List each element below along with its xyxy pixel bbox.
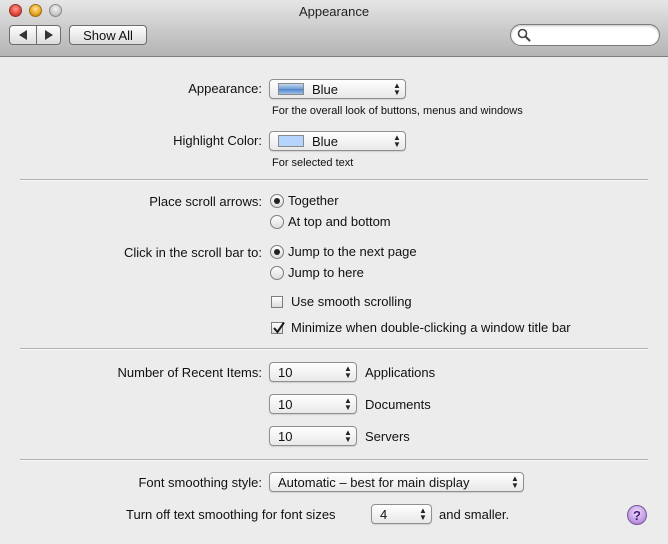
highlight-color-label: Highlight Color: <box>173 133 262 148</box>
scroll-arrows-label: Place scroll arrows: <box>149 194 262 209</box>
radio-jump-to-here-label: Jump to here <box>288 265 364 280</box>
radio-together[interactable]: Together <box>270 193 339 208</box>
popup-arrows-icon: ▲ ▼ <box>419 506 427 522</box>
radio-button[interactable] <box>270 193 284 208</box>
font-smoothing-label: Font smoothing style: <box>138 475 262 490</box>
text-smoothing-size-popup[interactable]: 4 ▲ ▼ <box>371 504 432 524</box>
font-smoothing-value: Automatic – best for main display <box>278 474 470 490</box>
checkbox[interactable] <box>271 295 283 308</box>
scroll-bar-click-label: Click in the scroll bar to: <box>124 245 262 260</box>
radio-at-top-and-bottom-label: At top and bottom <box>288 214 391 229</box>
checkmark-icon <box>273 321 285 334</box>
appearance-hint: For the overall look of buttons, menus a… <box>272 105 523 117</box>
recent-servers-value: 10 <box>278 428 293 444</box>
popup-arrows-icon: ▲ ▼ <box>511 474 519 490</box>
text-smoothing-label: Turn off text smoothing for font sizes <box>126 507 336 522</box>
radio-jump-next-page[interactable]: Jump to the next page <box>270 244 417 259</box>
radio-button[interactable] <box>270 244 284 259</box>
smooth-scrolling-label: Use smooth scrolling <box>291 294 412 309</box>
popup-arrows-icon: ▲ ▼ <box>344 396 352 412</box>
text-smoothing-suffix: and smaller. <box>439 507 510 522</box>
popup-arrows-icon: ▲ ▼ <box>393 81 401 97</box>
highlight-popup-value: Blue <box>312 133 339 149</box>
highlight-color-swatch <box>278 135 304 147</box>
servers-label: Servers <box>365 429 410 444</box>
recent-documents-value: 10 <box>278 396 293 412</box>
checkbox[interactable] <box>271 321 285 334</box>
documents-label: Documents <box>365 397 431 412</box>
section-divider <box>20 179 648 181</box>
radio-button[interactable] <box>270 214 284 229</box>
recent-documents-popup[interactable]: 10 ▲ ▼ <box>269 394 357 414</box>
minimize-double-click-label: Minimize when double-clicking a window t… <box>291 320 571 335</box>
back-arrow-icon <box>18 30 27 40</box>
radio-button[interactable] <box>270 265 284 280</box>
appearance-popup[interactable]: Blue ▲ ▼ <box>269 79 406 99</box>
window-toolbar: Appearance Show All <box>0 0 668 57</box>
section-divider <box>20 459 648 461</box>
radio-together-label: Together <box>288 193 339 208</box>
popup-arrows-icon: ▲ ▼ <box>344 364 352 380</box>
radio-at-top-and-bottom[interactable]: At top and bottom <box>270 214 391 229</box>
highlight-hint: For selected text <box>272 157 354 169</box>
appearance-color-swatch <box>278 83 304 95</box>
recent-servers-popup[interactable]: 10 ▲ ▼ <box>269 426 357 446</box>
appearance-popup-value: Blue <box>312 81 339 97</box>
popup-arrows-icon: ▲ ▼ <box>344 428 352 444</box>
font-smoothing-popup[interactable]: Automatic – best for main display ▲ ▼ <box>269 472 524 492</box>
forward-arrow-icon <box>45 30 53 40</box>
radio-jump-to-here[interactable]: Jump to here <box>270 265 364 280</box>
back-button[interactable] <box>9 25 37 45</box>
appearance-label: Appearance: <box>188 81 262 96</box>
applications-label: Applications <box>365 365 436 380</box>
minimize-double-click-checkbox[interactable]: Minimize when double-clicking a window t… <box>271 320 571 335</box>
smooth-scrolling-checkbox[interactable]: Use smooth scrolling <box>271 294 412 309</box>
recent-applications-popup[interactable]: 10 ▲ ▼ <box>269 362 357 382</box>
popup-arrows-icon: ▲ ▼ <box>393 133 401 149</box>
radio-jump-next-page-label: Jump to the next page <box>288 244 417 259</box>
window-title: Appearance <box>298 4 370 19</box>
show-all-button[interactable]: Show All <box>69 25 147 45</box>
search-field[interactable] <box>510 24 660 46</box>
forward-button[interactable] <box>36 25 61 45</box>
section-divider <box>20 348 648 350</box>
recent-applications-value: 10 <box>278 364 293 380</box>
highlight-color-popup[interactable]: Blue ▲ ▼ <box>269 131 406 151</box>
search-icon <box>517 28 531 42</box>
text-smoothing-size-value: 4 <box>380 506 388 522</box>
recent-items-label: Number of Recent Items: <box>117 365 263 380</box>
help-button[interactable]: ? <box>627 505 647 525</box>
